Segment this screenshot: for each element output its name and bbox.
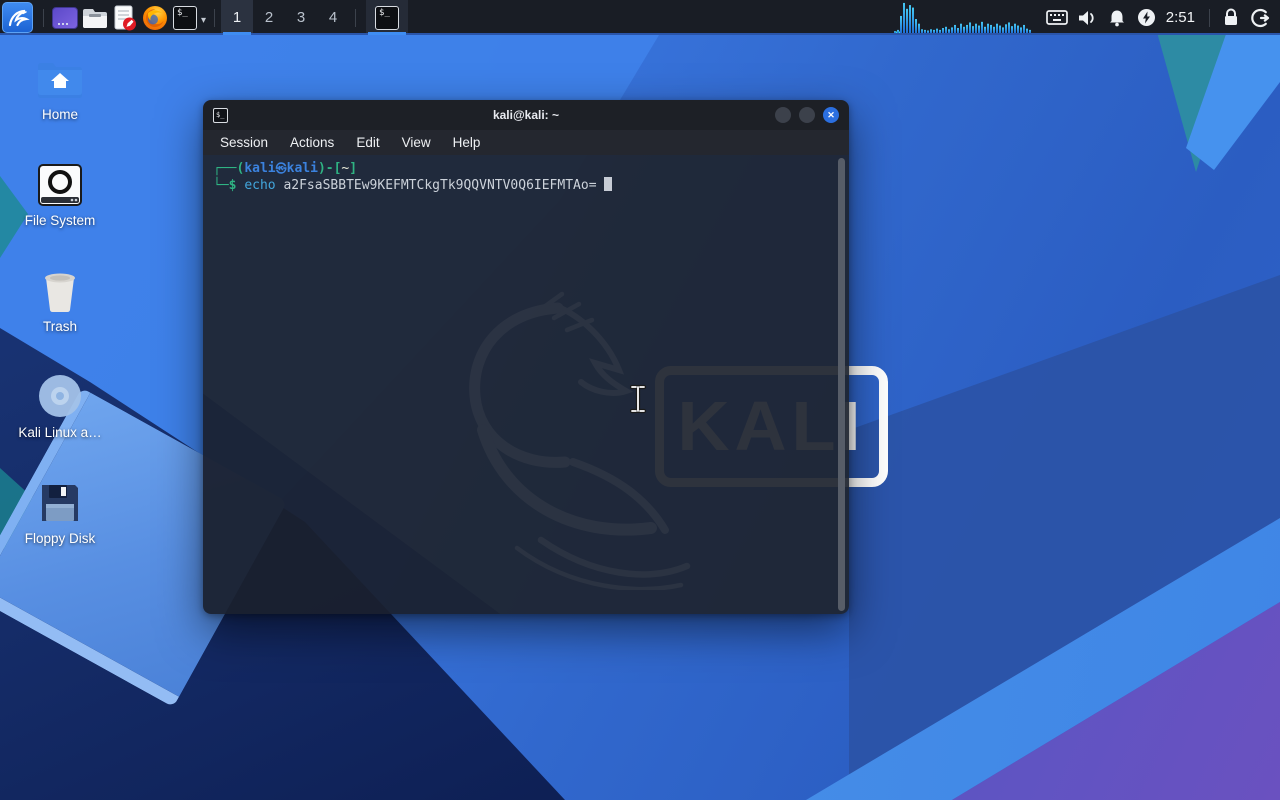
workspace-2[interactable]: 2	[253, 0, 285, 35]
text-editor-icon	[114, 5, 136, 30]
drive-icon	[10, 160, 110, 206]
minimize-button[interactable]	[775, 107, 791, 123]
menu-help[interactable]: Help	[442, 133, 492, 152]
trash-icon	[10, 266, 110, 312]
home-folder-icon	[10, 54, 110, 100]
keyboard-icon	[1045, 10, 1068, 25]
prompt-user: kali	[244, 161, 276, 176]
folder-icon	[83, 8, 107, 28]
desktop-icon-floppy[interactable]: Floppy Disk	[10, 478, 110, 546]
prompt-frame: ]	[349, 161, 358, 176]
workspace-1[interactable]: 1	[221, 0, 254, 35]
top-panel: $_ ▾ 1 2 3 4 $_ 2:51	[0, 0, 1280, 35]
panel-separator	[1209, 8, 1210, 27]
launcher-terminal[interactable]: $_	[170, 2, 200, 33]
desktop-app-icon	[52, 6, 78, 29]
desktop-icon-label: Home	[41, 107, 78, 122]
close-button[interactable]: ✕	[823, 107, 839, 123]
desktop-icon-trash[interactable]: Trash	[10, 266, 110, 334]
prompt-at-symbol: ㉿	[275, 162, 287, 175]
tray-lock-screen[interactable]	[1216, 0, 1246, 35]
launcher-file-manager[interactable]	[80, 2, 110, 33]
terminal-window: $_ kali@kali: ~ ✕ Session Actions Edit V…	[203, 100, 849, 614]
chevron-down-icon[interactable]: ▾	[201, 15, 206, 26]
desktop-icon-kali-cd[interactable]: Kali Linux a…	[10, 372, 110, 440]
terminal-output: ┌──(kali㉿kali)-[~] └─$ echo a2FsaSBBTEw9…	[203, 155, 849, 194]
terminal-titlebar[interactable]: $_ kali@kali: ~ ✕	[203, 100, 849, 130]
tray-power-manager[interactable]	[1132, 0, 1162, 35]
tray-volume[interactable]	[1072, 0, 1102, 35]
logout-icon	[1251, 8, 1270, 27]
menu-actions[interactable]: Actions	[279, 133, 345, 152]
terminal-window-icon: $_	[213, 107, 228, 123]
desktop-icon-label: Kali Linux a…	[18, 425, 102, 440]
command-text: echo	[244, 178, 284, 193]
terminal-scrollbar[interactable]	[838, 158, 845, 611]
panel-clock[interactable]: 2:51	[1162, 9, 1203, 26]
terminal-viewport[interactable]: ┌──(kali㉿kali)-[~] └─$ echo a2FsaSBBTEw9…	[203, 155, 849, 614]
desktop-icon-file-system[interactable]: File System	[10, 160, 110, 228]
terminal-cursor	[604, 177, 613, 191]
workspace-3[interactable]: 3	[285, 0, 317, 35]
cpu-graph[interactable]	[893, 1, 1034, 34]
command-argument: a2FsaSBBTEw9KEFMTCkgTk9QQVNTV0Q6IEFMTAo=	[283, 178, 605, 193]
prompt-frame: )-[	[317, 161, 342, 176]
taskbar-terminal-button[interactable]: $_	[366, 0, 409, 35]
launcher-desktop[interactable]	[50, 2, 80, 33]
kali-dragon-watermark	[469, 291, 691, 590]
prompt-frame: └─$	[213, 178, 245, 193]
desktop-icon-label: File System	[24, 213, 96, 228]
prompt-line-2: └─$ echo a2FsaSBBTEw9KEFMTCkgTk9QQVNTV0Q…	[213, 177, 849, 194]
power-icon	[1138, 9, 1156, 26]
menu-edit[interactable]: Edit	[345, 133, 390, 152]
menu-session[interactable]: Session	[209, 133, 279, 152]
lock-icon	[1225, 8, 1237, 25]
floppy-icon	[10, 478, 110, 524]
panel-separator	[355, 8, 357, 27]
kali-desktop: KALI Home File System	[0, 0, 1280, 800]
launcher-firefox[interactable]	[140, 2, 170, 33]
desktop-icon-label: Trash	[42, 319, 77, 334]
terminal-title: kali@kali: ~	[492, 108, 560, 122]
scrollbar-thumb[interactable]	[838, 158, 845, 611]
prompt-line-1: ┌──(kali㉿kali)-[~]	[213, 160, 849, 177]
disc-icon	[10, 372, 110, 418]
prompt-frame: ┌──(	[213, 161, 245, 176]
menu-view[interactable]: View	[391, 133, 442, 152]
bell-icon	[1109, 10, 1124, 26]
volume-icon	[1078, 10, 1094, 25]
launcher-text-editor[interactable]	[110, 2, 140, 33]
tray-keyboard[interactable]	[1042, 0, 1072, 35]
applications-menu-button[interactable]	[2, 2, 33, 33]
workspace-4[interactable]: 4	[317, 0, 349, 35]
prompt-host: kali	[286, 161, 318, 176]
terminal-menubar: Session Actions Edit View Help	[203, 130, 849, 155]
panel-separator	[214, 8, 216, 27]
firefox-icon	[143, 5, 167, 30]
terminal-launcher-icon: $_	[173, 5, 197, 30]
desktop-icon-home[interactable]: Home	[10, 54, 110, 122]
desktop-icon-label: Floppy Disk	[24, 531, 96, 546]
kali-menu-icon	[8, 9, 30, 26]
tray-notifications[interactable]	[1102, 0, 1132, 35]
panel-separator	[43, 8, 44, 27]
terminal-task-icon: $_	[375, 5, 400, 30]
maximize-button[interactable]	[799, 107, 815, 123]
tray-logout[interactable]	[1246, 0, 1276, 35]
